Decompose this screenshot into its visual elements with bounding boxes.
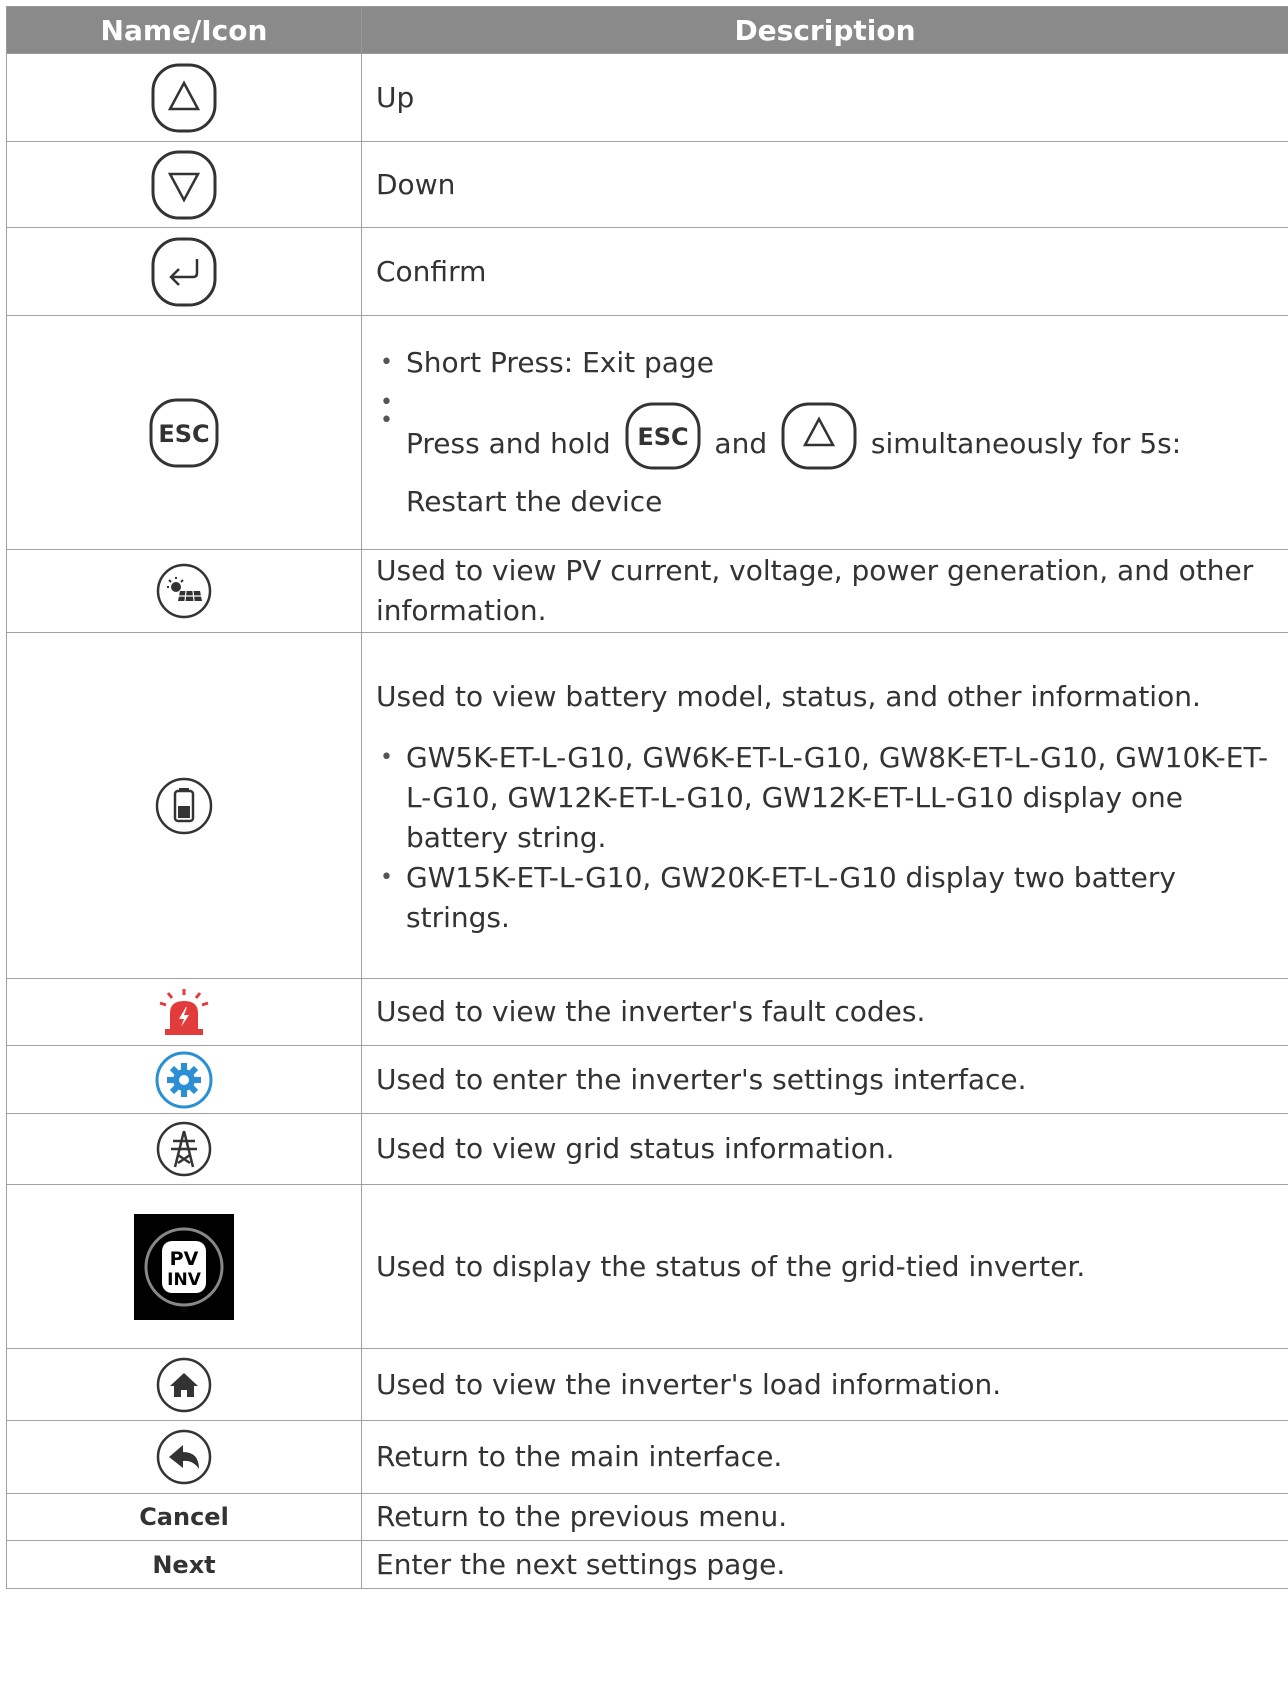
enter-button-icon <box>149 235 219 309</box>
svg-text:ESC: ESC <box>158 420 209 448</box>
table-row: ESC Short Press: Exit page Press and hol… <box>6 315 1288 550</box>
list-item: Short Press: Exit page <box>376 343 1274 383</box>
cancel-label: Cancel <box>139 1503 229 1531</box>
header-name-icon: Name/Icon <box>6 6 362 54</box>
description-cell: Used to enter the inverter's settings in… <box>361 1045 1288 1114</box>
table-row: Down <box>6 141 1288 228</box>
power-tower-icon <box>153 1119 215 1179</box>
table-row: Used to view PV current, voltage, power … <box>6 549 1288 633</box>
table-row: Cancel Return to the previous menu. <box>6 1493 1288 1541</box>
table-row: Used to view battery model, status, and … <box>6 632 1288 979</box>
up-arrow-button-icon <box>780 401 858 482</box>
battery-icon <box>152 774 216 838</box>
description-cell: Enter the next settings page. <box>361 1540 1288 1589</box>
description-cell: Used to view PV current, voltage, power … <box>361 549 1288 633</box>
description-cell: Used to view the inverter's load informa… <box>361 1348 1288 1421</box>
esc-button-icon: ESC <box>624 401 702 482</box>
table-row: PV INV Used to display the status of the… <box>6 1184 1288 1349</box>
svg-text:PV: PV <box>170 1248 199 1270</box>
esc-button-icon: ESC <box>147 396 221 470</box>
esc-bullet-list: Short Press: Exit page Press and hold ES… <box>376 343 1274 522</box>
table-header-row: Name/Icon Description <box>6 6 1288 54</box>
list-item: GW15K-ET-L-G10, GW20K-ET-L-G10 display t… <box>376 858 1274 938</box>
next-label: Next <box>152 1550 216 1579</box>
description-cell: Down <box>361 141 1288 228</box>
battery-bullet-list: GW5K-ET-L-G10, GW6K-ET-L-G10, GW8K-ET-L-… <box>376 738 1274 938</box>
table-row: Used to view the inverter's fault codes. <box>6 978 1288 1046</box>
pv-inverter-icon: PV INV <box>134 1213 234 1320</box>
description-cell: Used to view grid status information. <box>361 1113 1288 1185</box>
return-arrow-icon <box>153 1427 215 1487</box>
description-cell: Used to display the status of the grid-t… <box>361 1184 1288 1349</box>
home-icon <box>153 1355 215 1415</box>
list-item: GW5K-ET-L-G10, GW6K-ET-L-G10, GW8K-ET-L-… <box>376 738 1274 858</box>
down-arrow-button-icon <box>149 148 219 222</box>
solar-panel-icon <box>152 561 216 621</box>
table-row: Used to view the inverter's load informa… <box>6 1348 1288 1421</box>
table-row: Used to view grid status information. <box>6 1113 1288 1185</box>
description-cell: Return to the previous menu. <box>361 1493 1288 1541</box>
up-arrow-button-icon <box>149 61 219 135</box>
table-row: Return to the main interface. <box>6 1420 1288 1494</box>
table-row: Used to enter the inverter's settings in… <box>6 1045 1288 1114</box>
alarm-siren-icon <box>154 987 214 1037</box>
description-cell: Return to the main interface. <box>361 1420 1288 1494</box>
description-cell: Used to view the inverter's fault codes. <box>361 978 1288 1046</box>
description-cell: Up <box>361 53 1288 142</box>
gear-icon <box>154 1050 214 1110</box>
table-row: Up <box>6 53 1288 142</box>
list-item: Press and hold ESC and simultaneously fo… <box>376 401 1274 522</box>
svg-text:ESC: ESC <box>637 423 688 451</box>
description-cell: Confirm <box>361 227 1288 316</box>
table-row: Next Enter the next settings page. <box>6 1540 1288 1589</box>
icon-description-table: Name/Icon Description Up Down Confirm ES… <box>6 6 1288 1589</box>
header-description: Description <box>361 6 1288 54</box>
svg-text:INV: INV <box>167 1270 202 1290</box>
table-row: Confirm <box>6 227 1288 316</box>
battery-description: Used to view battery model, status, and … <box>376 679 1201 713</box>
